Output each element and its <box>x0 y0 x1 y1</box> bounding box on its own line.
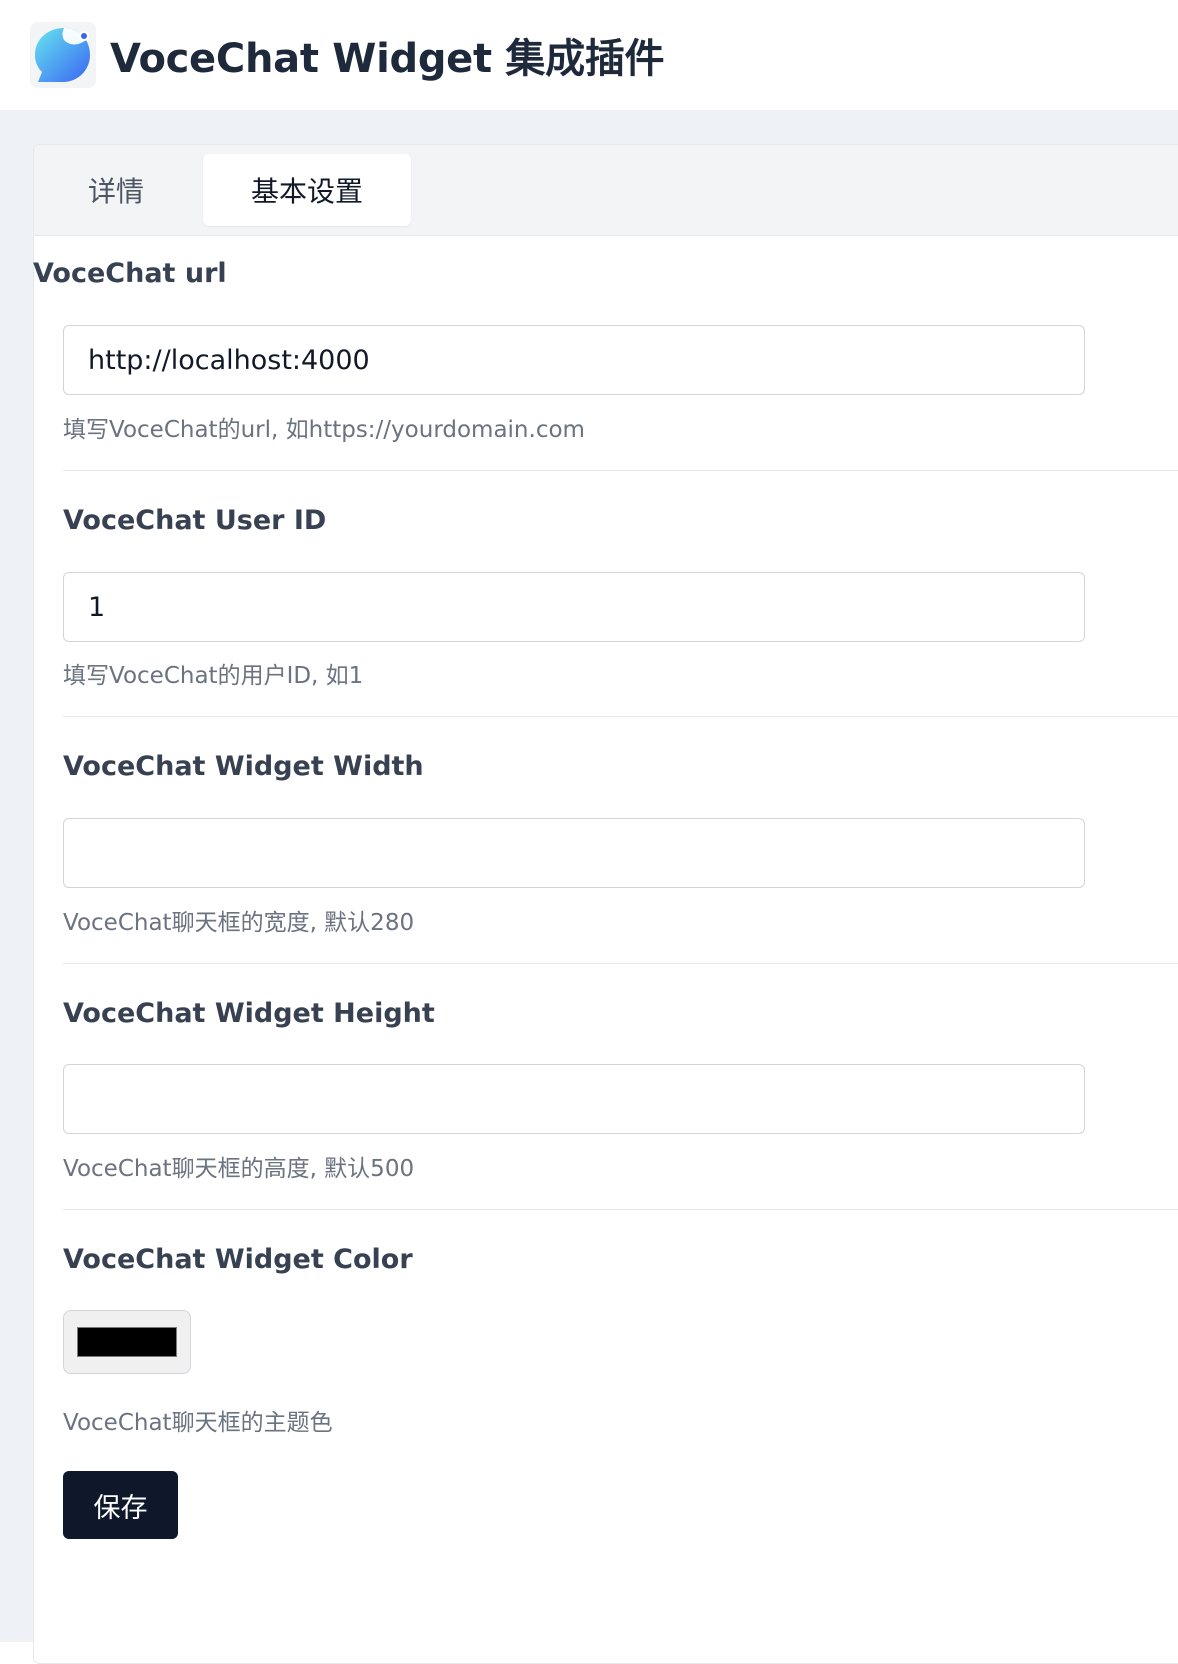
color-label: VoceChat Widget Color <box>63 1244 413 1275</box>
app-header: VoceChat Widget 集成插件 <box>0 0 1178 110</box>
width-help-text: VoceChat聊天框的宽度, 默认280 <box>63 910 415 936</box>
tab-bar: 详情 基本设置 <box>34 145 1178 236</box>
height-label: VoceChat Widget Height <box>63 998 435 1029</box>
width-label: VoceChat Widget Width <box>63 751 424 782</box>
divider <box>63 716 1178 717</box>
height-input[interactable] <box>63 1064 1085 1134</box>
color-swatch <box>77 1327 177 1357</box>
vocechat-logo-icon <box>30 22 96 88</box>
user-id-input[interactable] <box>63 572 1085 642</box>
url-label: VoceChat url <box>33 258 227 289</box>
divider <box>63 1209 1178 1210</box>
user-id-help-text: 填写VoceChat的用户ID, 如1 <box>63 663 364 689</box>
height-help-text: VoceChat聊天框的高度, 默认500 <box>63 1156 415 1182</box>
url-help-text: 填写VoceChat的url, 如https://yourdomain.com <box>63 417 585 443</box>
user-id-label: VoceChat User ID <box>63 505 327 536</box>
color-help-text: VoceChat聊天框的主题色 <box>63 1410 333 1436</box>
save-button[interactable]: 保存 <box>63 1471 178 1539</box>
color-picker[interactable] <box>63 1310 191 1374</box>
tab-details[interactable]: 详情 <box>34 154 198 226</box>
width-input[interactable] <box>63 818 1085 888</box>
tab-basic-settings[interactable]: 基本设置 <box>203 154 411 226</box>
divider <box>63 470 1178 471</box>
divider <box>63 963 1178 964</box>
app-title: VoceChat Widget 集成插件 <box>110 36 665 82</box>
url-input[interactable] <box>63 325 1085 395</box>
